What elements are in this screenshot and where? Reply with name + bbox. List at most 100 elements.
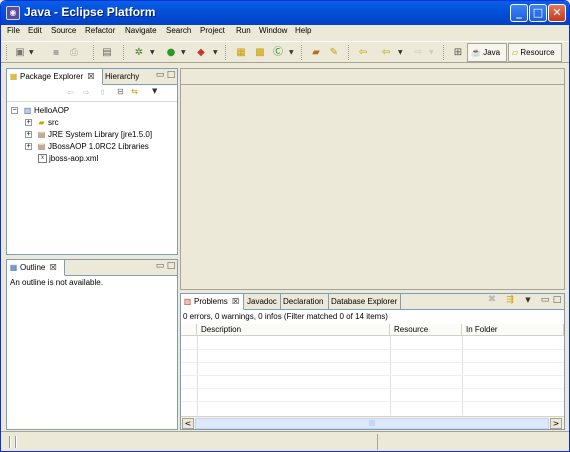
toolbar-separator	[123, 45, 124, 60]
maximize-view-icon[interactable]: □	[552, 295, 562, 305]
close-tab-icon[interactable]: ☒	[50, 263, 57, 272]
menu-help[interactable]: Help	[295, 26, 311, 35]
column-header-in-folder[interactable]: In Folder	[462, 324, 564, 336]
tree-item-label: HelloAOP	[34, 106, 70, 115]
debug-icon[interactable]: ✲	[132, 45, 146, 60]
horizontal-scrollbar[interactable]: < ||| >	[181, 416, 564, 429]
print-icon[interactable]: ⎙	[67, 45, 81, 60]
delete-icon[interactable]: ✖	[487, 295, 497, 305]
debug-dropdown-icon[interactable]: ▼	[150, 45, 155, 60]
close-tab-icon[interactable]: ☒	[87, 72, 94, 81]
resource-perspective-button[interactable]: ▱ Resource	[508, 43, 562, 62]
project-icon: ▥	[23, 106, 32, 116]
tab-hierarchy[interactable]: Hierarchy	[105, 69, 149, 85]
tree-item-src[interactable]: + ▰ src	[25, 117, 59, 129]
minimize-view-icon[interactable]: ▭	[155, 70, 165, 80]
forward-icon[interactable]: ⇨	[411, 45, 425, 60]
tree-item-label: src	[48, 118, 59, 127]
back-icon[interactable]: ⇦	[67, 88, 74, 97]
scroll-right-button[interactable]: >	[550, 418, 562, 429]
new-class-dropdown-icon[interactable]: ▼	[289, 45, 294, 60]
collapse-icon[interactable]: −	[11, 107, 18, 115]
minimize-view-icon[interactable]: ▭	[155, 261, 165, 271]
package-explorer-view: ▦ Package Explorer ☒ Hierarchy ▭ □ ⇦ ⇨ ⇧ …	[6, 68, 178, 255]
expand-icon[interactable]: +	[25, 131, 32, 139]
back-icon[interactable]: ⇦	[379, 45, 393, 60]
menu-source[interactable]: Source	[51, 26, 76, 35]
view-menu-icon[interactable]: ▼	[523, 295, 533, 305]
tab-hierarchy-label: Hierarchy	[105, 72, 140, 81]
menu-navigate[interactable]: Navigate	[125, 26, 157, 35]
maximize-view-icon[interactable]: □	[166, 70, 176, 80]
external-tools-icon[interactable]: ◆	[194, 45, 208, 60]
last-edit-location-icon[interactable]: ⇦	[356, 45, 370, 60]
menu-file[interactable]: File	[7, 26, 20, 35]
run-dropdown-icon[interactable]: ▼	[181, 45, 186, 60]
forward-icon[interactable]: ⇨	[83, 88, 90, 97]
external-tools-dropdown-icon[interactable]: ▼	[213, 45, 218, 60]
maximize-button[interactable]: □	[529, 4, 547, 22]
new-class-icon[interactable]: Ⓒ	[271, 45, 285, 60]
close-button[interactable]: ✕	[548, 4, 566, 22]
tab-declaration-label: Declaration	[283, 297, 324, 306]
menu-run[interactable]: Run	[236, 26, 251, 35]
java-perspective-button[interactable]: ☕ Java	[467, 43, 507, 62]
new-java-project-icon[interactable]: ▦	[234, 45, 248, 60]
scroll-thumb[interactable]: |||	[195, 418, 549, 429]
open-type-icon[interactable]: ▤	[100, 45, 114, 60]
column-header-icon[interactable]	[181, 324, 197, 336]
problems-table: Description Resource In Folder	[181, 324, 564, 415]
new-dropdown-icon[interactable]: ▼	[29, 45, 34, 60]
column-header-resource[interactable]: Resource	[390, 324, 462, 336]
expand-icon[interactable]: +	[25, 119, 32, 127]
maximize-view-icon[interactable]: □	[166, 261, 176, 271]
tab-package-explorer[interactable]: ▦ Package Explorer ☒	[7, 69, 103, 85]
expand-icon[interactable]: +	[25, 143, 32, 151]
problems-summary: 0 errors, 0 warnings, 0 infos (Filter ma…	[183, 312, 388, 321]
tree-item-project[interactable]: − ▥ HelloAOP	[11, 105, 69, 117]
minimize-view-icon[interactable]: ▭	[540, 295, 550, 305]
save-icon[interactable]: ▪	[49, 45, 63, 60]
menu-edit[interactable]: Edit	[28, 26, 42, 35]
new-icon[interactable]: ▣	[13, 45, 27, 60]
tab-database-explorer[interactable]: Database Explorer	[331, 294, 401, 310]
menu-bar: File Edit Source Refactor Navigate Searc…	[1, 25, 569, 40]
row-divider	[181, 349, 564, 350]
open-perspective-icon[interactable]: ⊞	[451, 45, 465, 60]
resource-perspective-icon: ▱	[512, 48, 519, 57]
tab-problems[interactable]: ▥ Problems ☒	[181, 294, 244, 310]
title-bar[interactable]: ◉ Java - Eclipse Platform _ □ ✕	[1, 1, 569, 25]
row-divider	[181, 401, 564, 402]
view-menu-icon[interactable]: ▼	[152, 87, 157, 95]
column-header-description[interactable]: Description	[197, 324, 390, 336]
search-icon[interactable]: ✎	[327, 45, 341, 60]
resource-perspective-label: Resource	[520, 48, 555, 57]
scroll-left-button[interactable]: <	[182, 418, 194, 429]
eclipse-app-icon: ◉	[6, 6, 20, 20]
tree-item-xml[interactable]: x jboss-aop.xml	[36, 153, 98, 165]
up-icon[interactable]: ⇧	[99, 88, 106, 97]
filter-icon[interactable]: ⇶	[505, 295, 515, 305]
tab-javadoc[interactable]: Javadoc	[247, 294, 281, 310]
menu-project[interactable]: Project	[200, 26, 225, 35]
tree-item-jre[interactable]: + ▤ JRE System Library [jre1.5.0]	[25, 129, 152, 141]
close-tab-icon[interactable]: ☒	[232, 297, 239, 306]
run-icon[interactable]: ●	[164, 45, 178, 60]
package-explorer-icon: ▦	[9, 72, 18, 82]
back-dropdown-icon[interactable]: ▼	[398, 45, 403, 60]
minimize-button[interactable]: _	[510, 4, 528, 22]
link-with-editor-icon[interactable]: ⇆	[131, 87, 138, 96]
tab-declaration[interactable]: Declaration	[283, 294, 329, 310]
java-perspective-label: Java	[483, 48, 501, 57]
status-divider	[377, 434, 378, 450]
collapse-all-icon[interactable]: ⊟	[117, 87, 124, 96]
menu-search[interactable]: Search	[166, 26, 191, 35]
menu-window[interactable]: Window	[259, 26, 287, 35]
status-grip	[9, 436, 11, 448]
open-folder-icon[interactable]: ▰	[309, 45, 323, 60]
menu-refactor[interactable]: Refactor	[85, 26, 115, 35]
tree-item-jbossaop[interactable]: + ▤ JBossAOP 1.0RC2 Libraries	[25, 141, 149, 153]
new-package-icon[interactable]: ▩	[253, 45, 267, 60]
forward-dropdown-icon[interactable]: ▼	[429, 45, 434, 60]
tab-outline[interactable]: ▦ Outline ☒	[7, 260, 65, 276]
